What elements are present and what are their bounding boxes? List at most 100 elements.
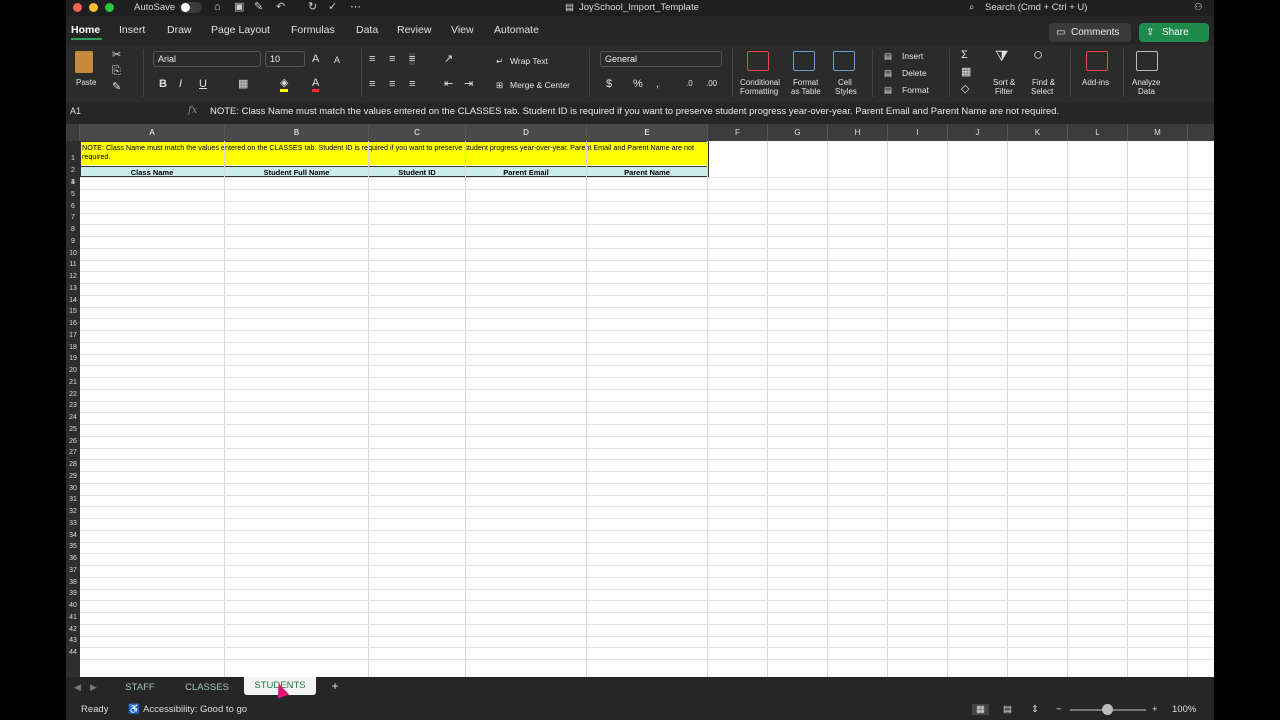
tab-home[interactable]: Home bbox=[71, 24, 100, 36]
zoom-slider-handle[interactable] bbox=[1102, 704, 1113, 715]
column-header[interactable]: L bbox=[1068, 124, 1128, 141]
row-header[interactable]: 24 bbox=[66, 414, 80, 421]
decrease-decimal-icon[interactable]: .00 bbox=[706, 78, 717, 90]
previous-sheet-icon[interactable]: ◀ bbox=[74, 682, 81, 693]
row-header[interactable]: 35 bbox=[66, 543, 80, 550]
header-cell[interactable]: Student ID bbox=[369, 166, 466, 177]
search-input[interactable]: Search (Cmd + Ctrl + U) bbox=[985, 1, 1087, 14]
note-cell-a1[interactable]: NOTE: Class Name must match the values e… bbox=[80, 141, 709, 165]
row-header[interactable]: 36 bbox=[66, 555, 80, 562]
cut-icon[interactable]: ✂ bbox=[112, 49, 121, 61]
tab-insert[interactable]: Insert bbox=[119, 24, 145, 36]
font-name-select[interactable]: Arial bbox=[153, 51, 261, 67]
row-header[interactable]: 39 bbox=[66, 590, 80, 597]
row-header[interactable]: 20 bbox=[66, 367, 80, 374]
share-button[interactable]: ⇪ Share bbox=[1139, 23, 1209, 42]
row-header[interactable]: 30 bbox=[66, 485, 80, 492]
row-header[interactable]: 9 bbox=[66, 238, 80, 245]
tab-formulas[interactable]: Formulas bbox=[291, 24, 335, 36]
row-header[interactable]: 43 bbox=[66, 637, 80, 644]
sheet-tab-staff[interactable]: STAFF bbox=[114, 682, 166, 693]
spreadsheet-grid[interactable]: ABCDEFGHIJKLM 1 2 3 4 5 6 7 8 9 10 11 12 13 14 15 16 17 1… bbox=[66, 124, 1214, 677]
collaborate-icon[interactable]: ⚇ bbox=[1194, 1, 1203, 14]
row-header[interactable]: 19 bbox=[66, 355, 80, 362]
tab-review[interactable]: Review bbox=[397, 24, 431, 36]
font-color-icon[interactable]: A bbox=[312, 77, 320, 92]
column-header[interactable]: I bbox=[888, 124, 948, 141]
autosum-icon[interactable]: Σ bbox=[961, 49, 968, 61]
align-left-icon[interactable]: ≡ bbox=[369, 78, 375, 90]
row-header[interactable]: 7 bbox=[66, 214, 80, 221]
row-header[interactable]: 4 bbox=[66, 179, 80, 186]
column-header[interactable]: E bbox=[587, 124, 708, 141]
sort-filter-icon[interactable]: ⧩ bbox=[995, 49, 1008, 64]
zoom-window-icon[interactable] bbox=[105, 3, 114, 12]
row-header[interactable]: 2 bbox=[66, 167, 80, 174]
column-header[interactable]: M bbox=[1128, 124, 1188, 141]
document-title[interactable]: JoySchool_Import_Template bbox=[579, 1, 699, 14]
header-cell[interactable]: Parent Email bbox=[466, 166, 587, 177]
format-cells-button[interactable]: Format bbox=[902, 85, 929, 95]
number-format-select[interactable]: General bbox=[600, 51, 722, 67]
italic-button[interactable]: I bbox=[179, 78, 182, 90]
zoom-out-icon[interactable]: − bbox=[1056, 704, 1062, 715]
underline-button[interactable]: U bbox=[199, 78, 207, 90]
insert-cells-button[interactable]: Insert bbox=[902, 51, 923, 61]
undo-icon[interactable]: ↶ bbox=[276, 0, 285, 15]
copy-icon[interactable]: ⎘ bbox=[112, 65, 121, 77]
row-header[interactable]: 33 bbox=[66, 520, 80, 527]
row-header[interactable]: 40 bbox=[66, 602, 80, 609]
column-header[interactable]: J bbox=[948, 124, 1008, 141]
row-header[interactable]: 13 bbox=[66, 285, 80, 292]
analyze-data-icon[interactable] bbox=[1136, 51, 1158, 71]
column-header[interactable]: G bbox=[768, 124, 828, 141]
merge-center-button[interactable]: Merge & Center bbox=[510, 80, 570, 90]
row-header[interactable]: 23 bbox=[66, 402, 80, 409]
minimize-window-icon[interactable] bbox=[89, 3, 98, 12]
row-header[interactable]: 17 bbox=[66, 332, 80, 339]
row-header[interactable]: 8 bbox=[66, 226, 80, 233]
header-cell[interactable]: Class Name bbox=[80, 166, 225, 177]
tab-draw[interactable]: Draw bbox=[167, 24, 192, 36]
currency-icon[interactable]: $ bbox=[606, 78, 612, 90]
page-break-view-icon[interactable]: ⇕ bbox=[1031, 704, 1039, 715]
comments-button[interactable]: ▭ Comments bbox=[1049, 23, 1131, 42]
row-header[interactable]: 6 bbox=[66, 203, 80, 210]
accessibility-status[interactable]: Accessibility: Good to go bbox=[143, 704, 247, 715]
header-cell[interactable]: Parent Name bbox=[587, 166, 708, 177]
row-header[interactable]: 32 bbox=[66, 508, 80, 515]
increase-font-icon[interactable]: A bbox=[312, 53, 319, 65]
header-cell[interactable]: Student Full Name bbox=[225, 166, 369, 177]
row-header[interactable]: 28 bbox=[66, 461, 80, 468]
normal-view-icon[interactable]: ▦ bbox=[972, 704, 989, 715]
column-header[interactable]: A bbox=[80, 124, 225, 141]
zoom-level[interactable]: 100% bbox=[1172, 704, 1196, 715]
close-window-icon[interactable] bbox=[73, 3, 82, 12]
format-painter-icon[interactable]: ✎ bbox=[112, 81, 121, 93]
align-top-icon[interactable]: ≡ bbox=[369, 53, 375, 65]
comma-icon[interactable]: , bbox=[656, 78, 659, 90]
cell-styles-icon[interactable] bbox=[833, 51, 855, 71]
decrease-font-icon[interactable]: A bbox=[334, 54, 340, 66]
row-header[interactable]: 16 bbox=[66, 320, 80, 327]
row-header[interactable]: 22 bbox=[66, 391, 80, 398]
fill-color-icon[interactable]: ◈ bbox=[280, 77, 289, 92]
align-middle-icon[interactable]: ≡ bbox=[389, 53, 395, 65]
align-right-icon[interactable]: ≡ bbox=[409, 78, 415, 90]
formula-input[interactable]: NOTE: Class Name must match the values e… bbox=[210, 106, 1059, 117]
align-center-icon[interactable]: ≡ bbox=[389, 78, 395, 90]
row-header[interactable]: 14 bbox=[66, 297, 80, 304]
find-select-icon[interactable]: ○ bbox=[1033, 46, 1043, 63]
more-icon[interactable]: ⋯ bbox=[350, 0, 361, 15]
borders-icon[interactable]: ▦ bbox=[238, 78, 248, 90]
percent-icon[interactable]: % bbox=[633, 78, 643, 90]
row-header[interactable]: 15 bbox=[66, 308, 80, 315]
row-header[interactable]: 12 bbox=[66, 273, 80, 280]
column-header[interactable]: B bbox=[225, 124, 369, 141]
conditional-formatting-icon[interactable] bbox=[747, 51, 769, 71]
tab-automate[interactable]: Automate bbox=[494, 24, 539, 36]
font-size-select[interactable]: 10 bbox=[265, 51, 305, 67]
orientation-icon[interactable]: ↗ bbox=[444, 53, 453, 65]
bold-button[interactable]: B bbox=[159, 78, 167, 90]
column-header[interactable]: D bbox=[466, 124, 587, 141]
